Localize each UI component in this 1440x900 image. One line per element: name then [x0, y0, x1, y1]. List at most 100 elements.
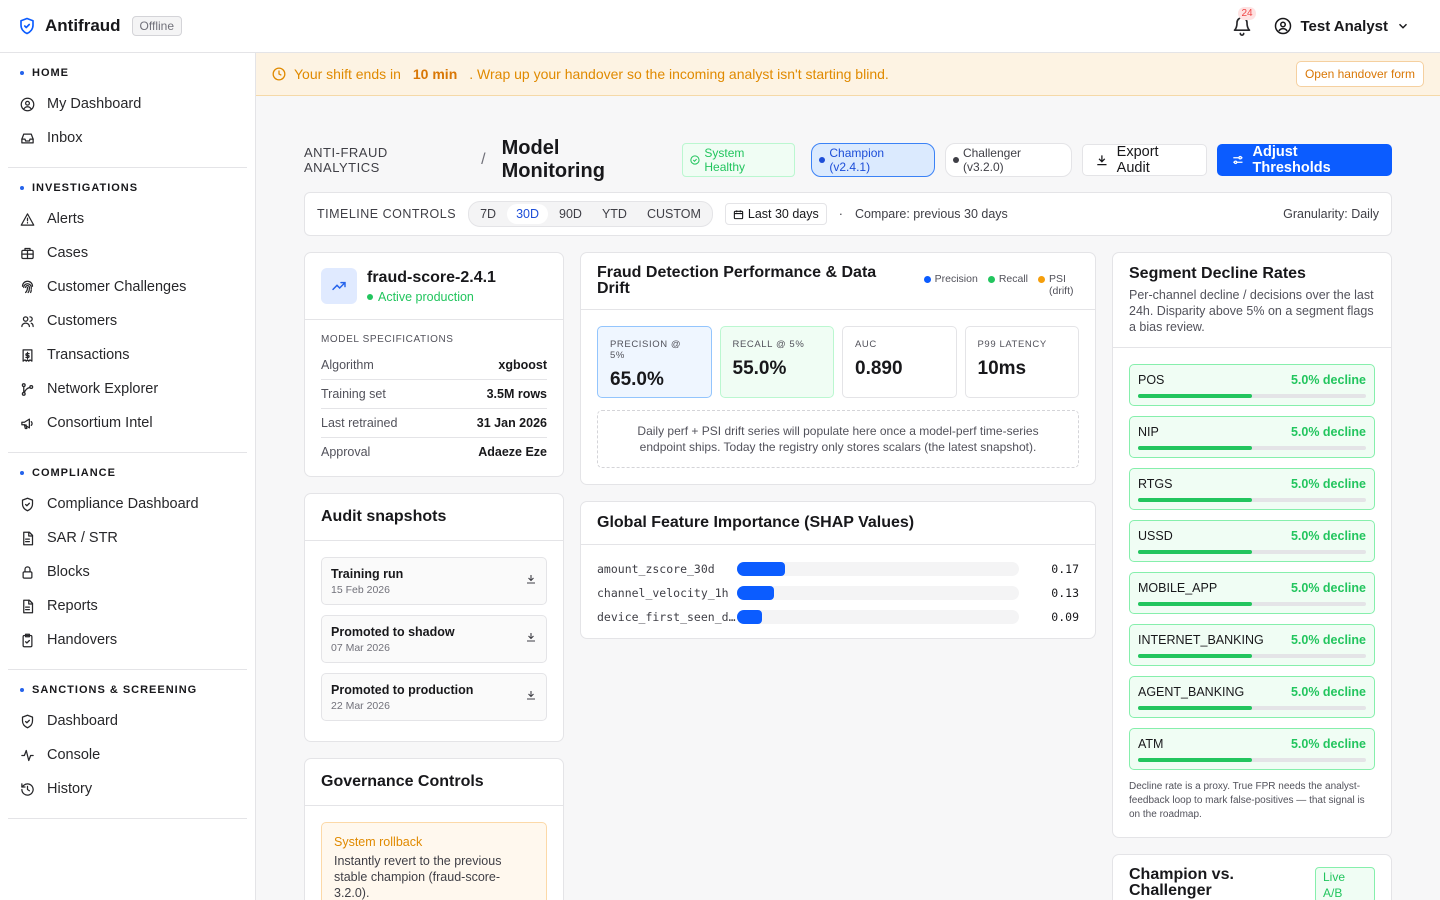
- adjust-thresholds-label: Adjust Thresholds: [1252, 144, 1331, 176]
- range-option-custom[interactable]: CUSTOM: [638, 204, 710, 224]
- download-icon[interactable]: [525, 572, 537, 590]
- segment-name: AGENT_BANKING: [1138, 685, 1245, 699]
- compare-separator: ·: [838, 207, 843, 221]
- snapshot-date: 22 Mar 2026: [331, 699, 390, 712]
- brand[interactable]: Antifraud Offline: [18, 16, 183, 36]
- export-audit-button[interactable]: Export Audit: [1081, 144, 1207, 176]
- breadcrumb[interactable]: ANTI-FRAUD ANALYTICS: [304, 145, 465, 175]
- legend-label: Recall: [998, 273, 1028, 285]
- champion-badge[interactable]: Champion (v2.4.1): [811, 143, 936, 177]
- sidebar-item-sar-str[interactable]: SAR / STR: [8, 521, 247, 555]
- clock-icon: [272, 67, 286, 81]
- chevron-down-icon: [1398, 23, 1408, 29]
- download-icon[interactable]: [525, 630, 537, 648]
- date-range-text: Last 30 days: [747, 207, 819, 221]
- audit-snapshot-item[interactable]: Promoted to shadow 07 Mar 2026: [321, 615, 547, 663]
- sidebar-item-reports[interactable]: Reports: [8, 589, 247, 623]
- legend-item: Recall: [987, 273, 1028, 285]
- sidebar-item-history[interactable]: History: [8, 772, 247, 806]
- rollback-option[interactable]: System rollback Instantly revert to the …: [321, 822, 547, 900]
- sidebar-item-label: SAR / STR: [47, 530, 118, 546]
- sidebar-item-label: My Dashboard: [47, 96, 142, 112]
- notifications-button[interactable]: 24: [1232, 7, 1256, 36]
- sidebar-item-transactions[interactable]: Transactions: [8, 338, 247, 372]
- sidebar-item-handovers[interactable]: Handovers: [8, 623, 247, 657]
- banner-suffix: . Wrap up your handover so the incoming …: [469, 66, 889, 82]
- sidebar-item-label: Console: [47, 747, 101, 763]
- chart-legend: Precision Recall PSI (drift): [923, 265, 1079, 297]
- sidebar-item-network-explorer[interactable]: Network Explorer: [8, 372, 247, 406]
- segment-rtgs[interactable]: RTGS 5.0% decline: [1129, 468, 1375, 510]
- performance-title: Fraud Detection Performance & Data Drift: [597, 264, 877, 297]
- page-title: Model Monitoring: [501, 137, 605, 182]
- sidebar-section-home: HOME My Dashboard Inbox: [8, 53, 247, 168]
- sidebar-item-inbox[interactable]: Inbox: [8, 121, 247, 155]
- metric-p99-latency: P99 LATENCY 10ms: [964, 326, 1079, 398]
- segment-bar-fill: [1138, 446, 1252, 450]
- segment-rate: 5.0% decline: [1290, 633, 1366, 647]
- segment-bar-fill: [1138, 498, 1252, 502]
- sidebar-item-customers[interactable]: Customers: [8, 304, 247, 338]
- legend-label: Precision: [934, 273, 978, 285]
- challenger-badge[interactable]: Challenger (v3.2.0): [945, 143, 1072, 177]
- segment-nip[interactable]: NIP 5.0% decline: [1129, 416, 1375, 458]
- compare-text: Compare: previous 30 days: [854, 207, 1008, 221]
- sidebar-item-compliance-dashboard[interactable]: Compliance Dashboard: [8, 487, 247, 521]
- check-circle-icon: [690, 155, 701, 165]
- snapshot-title: Promoted to shadow: [331, 624, 455, 639]
- segment-internet-banking[interactable]: INTERNET_BANKING 5.0% decline: [1129, 624, 1375, 666]
- user-name: Test Analyst: [1300, 17, 1388, 35]
- timeline-controls: TIMELINE CONTROLS 7D 30D 90D YTD CUSTOM Last…: [304, 192, 1392, 236]
- sidebar-item-blocks[interactable]: Blocks: [8, 555, 247, 589]
- governance-title: Governance Controls: [321, 773, 484, 790]
- sidebar-item-cases[interactable]: Cases: [8, 236, 247, 270]
- segment-pos[interactable]: POS 5.0% decline: [1129, 364, 1375, 406]
- legend-dot: [987, 276, 995, 283]
- section-dot: [20, 71, 24, 75]
- timeline-label: TIMELINE CONTROLS: [317, 207, 457, 221]
- sidebar: HOME My Dashboard Inbox INVESTIGATIONS Alert…: [0, 53, 256, 900]
- granularity-text[interactable]: Granularity: Daily: [1283, 207, 1379, 221]
- snapshot-text: Training run 15 Feb 2026: [331, 567, 403, 596]
- range-option-7d[interactable]: 7D: [471, 204, 505, 224]
- sidebar-item-my-dashboard[interactable]: My Dashboard: [8, 87, 247, 121]
- range-option-90d[interactable]: 90D: [550, 204, 591, 224]
- segment-row: INTERNET_BANKING 5.0% decline: [1138, 633, 1366, 647]
- sidebar-item-alerts[interactable]: Alerts: [8, 202, 247, 236]
- calendar-icon: [733, 209, 744, 219]
- shift-banner: Your shift ends in 10 min . Wrap up your…: [256, 53, 1440, 96]
- date-range-picker[interactable]: Last 30 days: [724, 203, 827, 225]
- sidebar-item-customer-challenges[interactable]: Customer Challenges: [8, 270, 247, 304]
- spec-key: Algorithm: [321, 358, 374, 372]
- segment-bar-fill: [1138, 394, 1252, 398]
- audit-snapshot-item[interactable]: Training run 15 Feb 2026: [321, 557, 547, 605]
- spec-value: 31 Jan 2026: [476, 416, 547, 430]
- sidebar-item-consortium-intel[interactable]: Consortium Intel: [8, 406, 247, 440]
- sidebar-item-dashboard[interactable]: Dashboard: [8, 704, 247, 738]
- segment-agent-banking[interactable]: AGENT_BANKING 5.0% decline: [1129, 676, 1375, 718]
- spec-value: Adaeze Eze: [478, 445, 547, 459]
- sidebar-item-label: Cases: [47, 245, 89, 261]
- section-title-text: HOME: [32, 67, 69, 79]
- segment-row: AGENT_BANKING 5.0% decline: [1138, 685, 1366, 699]
- segment-mobile-app[interactable]: MOBILE_APP 5.0% decline: [1129, 572, 1375, 614]
- snapshot-text: Promoted to shadow 07 Mar 2026: [331, 625, 455, 654]
- range-option-ytd[interactable]: YTD: [593, 204, 636, 224]
- segment-ussd[interactable]: USSD 5.0% decline: [1129, 520, 1375, 562]
- segment-bar-fill: [1138, 758, 1252, 762]
- user-menu[interactable]: Test Analyst: [1274, 17, 1410, 35]
- sidebar-item-console[interactable]: Console: [8, 738, 247, 772]
- open-handover-button[interactable]: Open handover form: [1295, 61, 1424, 87]
- shap-title: Global Feature Importance (SHAP Values): [597, 514, 915, 531]
- shield-check-icon: [21, 497, 34, 511]
- rollback-desc: Instantly revert to the previous stable …: [334, 854, 502, 900]
- metric-recall-5: RECALL @ 5% 55.0%: [719, 326, 834, 398]
- shap-row: device_first_seen_days 0.09: [581, 605, 1095, 629]
- adjust-thresholds-button[interactable]: Adjust Thresholds: [1216, 144, 1393, 176]
- segment-atm[interactable]: ATM 5.0% decline: [1129, 728, 1375, 770]
- audit-snapshot-item[interactable]: Promoted to production 22 Mar 2026: [321, 673, 547, 721]
- segments-title: Segment Decline Rates: [1129, 265, 1306, 282]
- inbox-icon: [21, 133, 34, 143]
- download-icon[interactable]: [525, 688, 537, 706]
- range-option-30d[interactable]: 30D: [507, 204, 548, 224]
